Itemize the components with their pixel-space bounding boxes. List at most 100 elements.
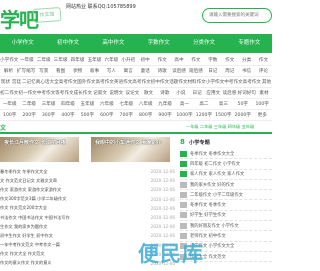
category-link[interactable]: 扩写缩写 (17, 68, 35, 74)
category-link[interactable]: 话题作文 (169, 79, 187, 85)
category-link[interactable]: 高考作文 (96, 79, 114, 85)
sidebar-item[interactable]: 好学生 好学生作文 (180, 211, 272, 222)
nav-item-by-topic[interactable]: 专题作文 (227, 34, 272, 53)
category-link[interactable]: 更多 (252, 112, 271, 118)
sidebar-item-label[interactable]: 二年级作文 小学二年级作文 (190, 192, 243, 198)
article-title[interactable]: 文 作文范文日记文 文雅文文章 (0, 178, 147, 184)
category-link[interactable]: 英语作文 (114, 79, 132, 85)
category-link[interactable]: 二年级 (19, 101, 38, 107)
nav-item-junior-composition[interactable]: 初中作文 (45, 34, 90, 53)
category-link[interactable]: 初中 (137, 57, 154, 63)
category-link[interactable]: 600字 (97, 112, 116, 118)
sidebar-item-label[interactable]: 冬季作文 冬季作文大全 (190, 151, 234, 157)
category-link[interactable]: 日记 (189, 90, 205, 96)
category-link[interactable]: 评论 (255, 68, 272, 74)
sidebar-item-label[interactable]: 家人作文 家人作文 家人作文 (190, 171, 244, 177)
category-link[interactable]: 七年级 (117, 101, 136, 107)
article-title[interactable]: 作文的意义作文 作文的意义 (0, 260, 147, 266)
category-link[interactable]: 小学作文 (206, 79, 224, 85)
category-link[interactable]: 三年级 (52, 57, 69, 63)
category-link[interactable]: 书信 (238, 68, 255, 74)
category-link[interactable]: 700字 (117, 112, 136, 118)
category-link[interactable]: 400字 (58, 112, 77, 118)
featured-article-card[interactable]: 我眼中的小车迷作文 我家的小 (91, 137, 170, 162)
category-link[interactable]: 写人 (103, 68, 120, 74)
featured-article-card[interactable]: 夜长江月散作文 长江花月夜 (0, 137, 79, 162)
search-box[interactable] (202, 8, 272, 23)
category-link[interactable]: 五年级 (78, 101, 97, 107)
sidebar-item[interactable]: 家人作文 家人作文 家人作文 (180, 170, 272, 180)
sidebar-item[interactable]: 我的好朋友作文 小学作文 (180, 221, 272, 232)
category-link[interactable]: 中考作文 (224, 79, 242, 85)
category-link[interactable]: 作文 (187, 57, 204, 63)
article-title[interactable]: 作文 作文范文200字大全 (0, 205, 147, 211)
category-link[interactable]: 字数 (204, 57, 221, 63)
category-link[interactable]: 1200字 (194, 112, 213, 118)
list-item[interactable]: 作文 作文范文200字大全 2020-12-06 (0, 204, 175, 213)
category-link[interactable]: 高中 (171, 57, 188, 63)
category-link[interactable]: 周记 (221, 68, 238, 74)
article-title[interactable]: 生作文 我的家乡为题作文 (0, 224, 147, 230)
category-link[interactable]: 初二作文 (0, 90, 18, 96)
category-link[interactable]: 100字 (0, 112, 19, 118)
category-link[interactable]: 读后感 (221, 90, 237, 96)
article-title[interactable]: 作文300字范文3篇 小学二年级作文 (0, 196, 147, 202)
category-link[interactable]: 1000字 (175, 112, 194, 118)
category-link[interactable]: 童话 (137, 68, 154, 74)
category-link[interactable]: 分类 (238, 57, 255, 63)
category-link[interactable]: 其他 (261, 79, 272, 85)
category-link[interactable]: 50字 (233, 101, 252, 107)
category-link[interactable]: 八年级 (136, 101, 155, 107)
category-link[interactable]: 高一 (175, 101, 194, 107)
category-link[interactable]: 观后感 (187, 68, 204, 74)
category-link[interactable]: 500字 (78, 112, 97, 118)
sidebar-item-label[interactable]: 冬季作文 冬季作文 (190, 202, 226, 208)
category-link[interactable]: 诗歌 (157, 90, 173, 96)
nav-item-senior-composition[interactable]: 高中作文 (91, 34, 136, 53)
sidebar-item[interactable]: 四年级 初二作文 小学作文 (180, 159, 272, 170)
sidebar-item[interactable]: 冬季作文 冬季作文大全 (180, 149, 272, 160)
list-item[interactable]: 生作文 我的家乡为题作文 2020-12-06 (0, 222, 175, 231)
category-link[interactable]: 三年级 (39, 101, 58, 107)
category-link[interactable]: 高考作文 (59, 79, 77, 85)
category-link[interactable]: 好词好句 (238, 90, 256, 96)
category-link[interactable]: 六年级 (103, 57, 120, 63)
category-link[interactable]: 300字 (39, 112, 58, 118)
category-link[interactable]: 记叙文 (92, 90, 108, 96)
category-link[interactable]: 散文 (140, 90, 156, 96)
list-item[interactable]: 春冬季作文 冬季作文大全 2020-12-06 (0, 167, 175, 176)
nav-item-by-category[interactable]: 分类作文 (181, 34, 226, 53)
article-title[interactable]: 初中生作文 好学生 初中作文 (0, 233, 147, 239)
category-link[interactable]: 状物 (69, 68, 86, 74)
category-link[interactable]: 100字 (252, 101, 271, 107)
list-item[interactable]: 文 作文范文日记文 文雅文文章 2020-12-06 (0, 176, 175, 185)
sidebar-item[interactable]: 我的家乡作文 好的作文 (180, 180, 272, 191)
category-link[interactable]: 小学作文 (0, 57, 18, 63)
category-link[interactable]: 解析 (0, 68, 17, 74)
category-link[interactable]: 写景 (35, 68, 52, 74)
category-link[interactable]: 成长作文 (74, 90, 92, 96)
sidebar-item-label[interactable]: 我的好朋友作文 小学作文 (190, 223, 239, 229)
category-link[interactable]: 材料作文 (187, 79, 205, 85)
list-item[interactable]: 书法作文 中国书法作文 中国书法写作 2020-12-06 (0, 213, 175, 222)
category-link[interactable]: 四年级 (58, 101, 77, 107)
sidebar-item[interactable]: 二年级作文 小学二年级作文 (180, 190, 272, 201)
sidebar-item-label[interactable]: 四年级 初二作文 小学作文 (190, 161, 240, 167)
category-link[interactable]: 等考作文 (55, 90, 73, 96)
category-link[interactable]: 六年级 (97, 101, 116, 107)
category-link[interactable]: 2000字 (233, 112, 252, 118)
category-link[interactable]: 国外作文 (77, 79, 95, 85)
category-link[interactable]: 中考作文 (37, 90, 55, 96)
category-link[interactable]: 二年级 (35, 57, 52, 63)
section-grade-links[interactable]: 一年级 二年级 三年级 四年级 五年级 (186, 124, 254, 130)
category-link[interactable]: 高三 (214, 101, 233, 107)
category-link[interactable]: 作文 (255, 57, 272, 63)
category-link[interactable]: 一年级 (18, 57, 35, 63)
list-item[interactable]: 作文 家游作文 家游作文家游作文 2020-12-06 (0, 185, 175, 194)
category-link[interactable]: 应用文 (205, 90, 221, 96)
category-link[interactable]: 初中作文 (151, 79, 169, 85)
article-title[interactable]: 作文 家游作文 家游作文家游作文 (0, 187, 147, 193)
sidebar-item-label[interactable]: 好学生 好学生作文 (190, 212, 226, 218)
category-link[interactable]: 800字 (136, 112, 155, 118)
category-link[interactable]: 1500字 (214, 112, 233, 118)
